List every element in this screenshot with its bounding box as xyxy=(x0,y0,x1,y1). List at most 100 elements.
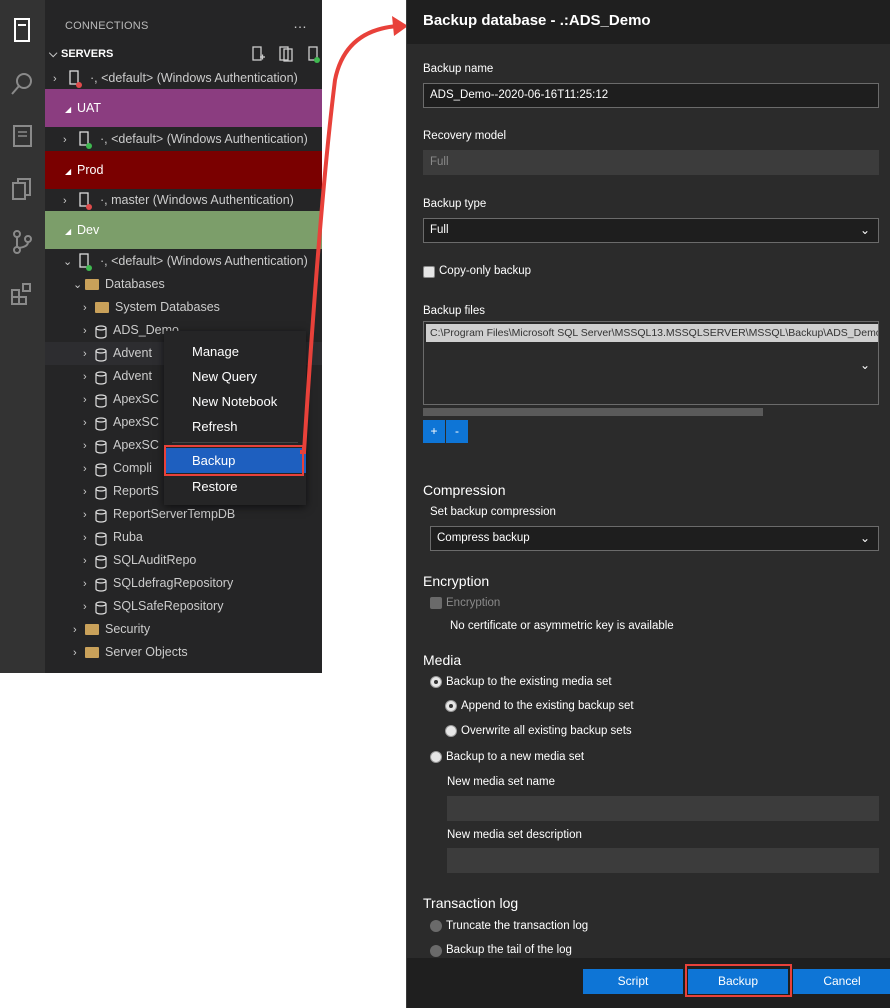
horizontal-scrollbar[interactable] xyxy=(423,408,763,416)
server-icon xyxy=(78,253,93,271)
chevron-right-icon: › xyxy=(83,325,87,337)
backup-name-input[interactable]: ADS_Demo--2020-06-16T11:25:12 xyxy=(423,83,879,108)
server-objects-folder[interactable]: › Server Objects xyxy=(45,641,322,664)
chevron-right-icon: › xyxy=(83,394,87,406)
overwrite-sets-radio[interactable] xyxy=(445,725,457,737)
highlight-box xyxy=(685,964,792,997)
chevron-right-icon: › xyxy=(83,532,87,544)
encryption-checkbox xyxy=(430,597,442,609)
dialog-header: Backup database - .:ADS_Demo xyxy=(407,0,890,44)
extensions-icon[interactable] xyxy=(8,280,36,308)
new-media-desc-input xyxy=(447,848,879,873)
database-icon xyxy=(95,554,107,569)
database-node[interactable]: › ReportServerTempDB xyxy=(45,503,322,526)
backup-type-value: Full xyxy=(430,224,449,236)
add-file-button[interactable]: + xyxy=(423,420,445,443)
database-label: Advent xyxy=(113,369,152,383)
copy-only-checkbox[interactable] xyxy=(423,266,435,278)
search-icon[interactable] xyxy=(8,70,36,98)
database-icon xyxy=(95,485,107,500)
remove-file-button[interactable]: - xyxy=(446,420,468,443)
server-prefix: ·, xyxy=(99,193,108,207)
new-connection-icon[interactable] xyxy=(251,46,265,65)
chevron-right-icon: › xyxy=(83,417,87,429)
backup-dialog: Backup database - .:ADS_Demo Backup name… xyxy=(406,0,890,1008)
folder-label: Server Objects xyxy=(105,645,188,659)
dialog-title: Backup database - .:ADS_Demo xyxy=(423,12,651,29)
server-prefix: ·, xyxy=(99,132,108,146)
chevron-right-icon: › xyxy=(83,509,87,521)
backup-type-label: Backup type xyxy=(423,198,487,210)
database-icon xyxy=(95,508,107,523)
chevron-right-icon: › xyxy=(83,578,87,590)
chevron-down-icon: ⌄ xyxy=(859,531,870,545)
new-media-radio[interactable] xyxy=(430,751,442,763)
chevron-right-icon: › xyxy=(83,555,87,567)
chevron-down-icon: ⌄ xyxy=(859,358,870,372)
database-label: ReportServerTempDB xyxy=(113,507,236,521)
recovery-model-label: Recovery model xyxy=(423,130,507,142)
backup-name-label: Backup name xyxy=(423,63,494,75)
connections-icon[interactable] xyxy=(8,16,36,44)
truncate-log-label: Truncate the transaction log xyxy=(446,920,589,932)
source-control-icon[interactable] xyxy=(8,228,36,256)
transaction-log-header: Transaction log xyxy=(423,895,519,911)
database-node[interactable]: › SQLAuditRepo xyxy=(45,549,322,572)
server-label: <default> (Windows Authentication) xyxy=(101,71,298,85)
database-label: ApexSC xyxy=(113,438,159,452)
menu-item-restore[interactable]: Restore xyxy=(164,474,306,499)
backup-file-item[interactable]: C:\Program Files\Microsoft SQL Server\MS… xyxy=(426,324,878,342)
chevron-down-icon: ◢ xyxy=(65,227,72,236)
set-compression-label: Set backup compression xyxy=(430,506,556,518)
cancel-button[interactable]: Cancel xyxy=(793,969,890,994)
truncate-log-radio xyxy=(430,920,442,932)
database-label: ReportS xyxy=(113,484,159,498)
new-media-name-label: New media set name xyxy=(447,776,556,788)
chevron-down-icon: ⌵ xyxy=(49,48,58,60)
sidebar-header: CONNECTIONS xyxy=(65,20,149,32)
server-icon xyxy=(78,131,93,149)
server-icon xyxy=(78,192,93,210)
server-label: <default> (Windows Authentication) xyxy=(111,132,308,146)
database-label: SQLSafeRepository xyxy=(113,599,224,613)
backup-type-select[interactable]: Full ⌄ xyxy=(423,218,879,243)
compression-select[interactable]: Compress backup ⌄ xyxy=(430,526,879,551)
database-label: Compli xyxy=(113,461,152,475)
folder-icon xyxy=(95,302,109,314)
folder-icon xyxy=(85,647,99,659)
backup-files-label: Backup files xyxy=(423,305,486,317)
activity-bar xyxy=(0,0,45,673)
notebook-icon[interactable] xyxy=(8,122,36,150)
chevron-right-icon: › xyxy=(73,624,77,636)
database-label: Advent xyxy=(113,346,152,360)
folder-label: System Databases xyxy=(115,300,220,314)
database-node[interactable]: › SQLdefragRepository xyxy=(45,572,322,595)
chevron-down-icon: ◢ xyxy=(65,167,72,176)
append-set-radio[interactable] xyxy=(445,700,457,712)
database-icon xyxy=(95,462,107,477)
existing-media-radio[interactable] xyxy=(430,676,442,688)
database-node[interactable]: › Ruba xyxy=(45,526,322,549)
database-label: ApexSC xyxy=(113,415,159,429)
group-label: Prod xyxy=(77,163,104,177)
server-label: master (Windows Authentication) xyxy=(111,193,294,207)
database-node[interactable]: › SQLSafeRepository xyxy=(45,595,322,618)
new-media-label: Backup to a new media set xyxy=(446,751,585,763)
chevron-down-icon: ◢ xyxy=(65,105,72,114)
compression-value: Compress backup xyxy=(437,532,530,544)
servers-label: SERVERS xyxy=(61,48,114,60)
server-label: <default> (Windows Authentication) xyxy=(111,254,308,268)
group-label: UAT xyxy=(77,101,102,115)
chevron-right-icon: › xyxy=(83,348,87,360)
database-icon xyxy=(95,531,107,546)
media-header: Media xyxy=(423,652,462,668)
explorer-icon[interactable] xyxy=(8,176,36,204)
backup-files-list[interactable]: C:\Program Files\Microsoft SQL Server\MS… xyxy=(423,321,879,405)
chevron-right-icon: › xyxy=(83,371,87,383)
red-arrow xyxy=(300,16,408,454)
database-icon xyxy=(95,416,107,431)
backup-tail-label: Backup the tail of the log xyxy=(446,944,572,956)
security-folder[interactable]: › Security xyxy=(45,618,322,641)
script-button[interactable]: Script xyxy=(583,969,683,994)
server-prefix: ·, xyxy=(89,71,98,85)
